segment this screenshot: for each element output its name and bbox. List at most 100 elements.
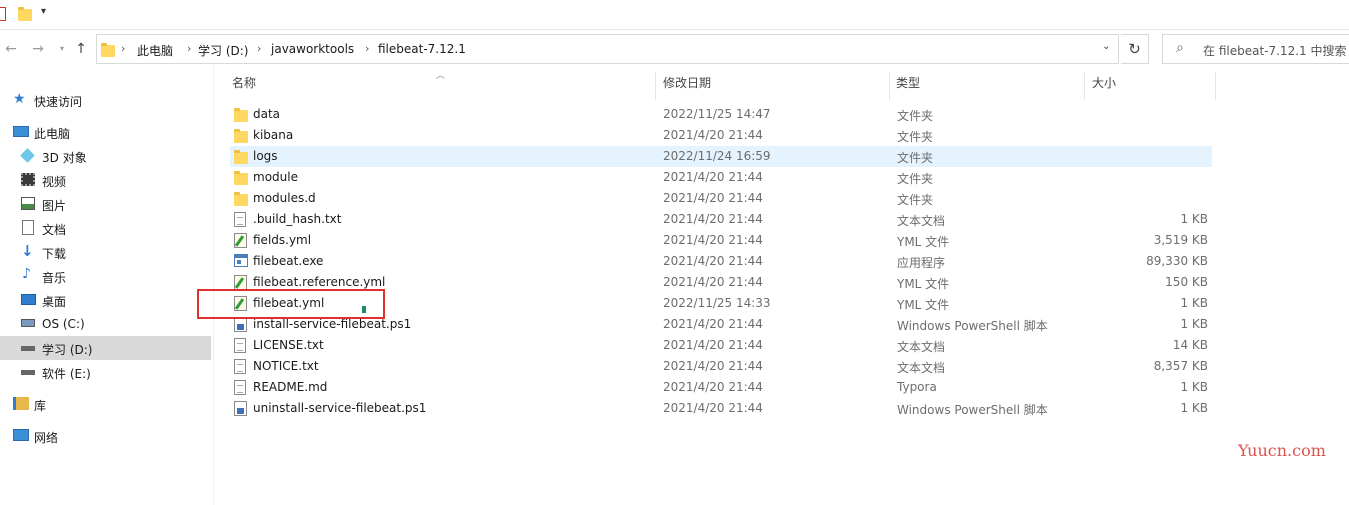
file-name: .build_hash.txt — [253, 212, 342, 226]
file-name: kibana — [253, 128, 294, 142]
column-header-type[interactable]: 类型 — [896, 74, 920, 98]
file-row[interactable]: logs 2022/11/24 16:59 文件夹 — [230, 146, 1212, 167]
file-type: YML 文件 — [897, 298, 950, 312]
chevron-right-icon[interactable]: › — [187, 42, 191, 55]
nav-item-desktop[interactable]: 桌面 — [0, 288, 211, 312]
file-date: 2021/4/20 21:44 — [663, 128, 763, 142]
highlight-annotation — [197, 289, 385, 319]
chevron-right-icon[interactable]: › — [121, 42, 125, 55]
file-date: 2021/4/20 21:44 — [663, 359, 763, 373]
nav-label: 视频 — [42, 175, 67, 189]
breadcrumb-javaworktools[interactable]: javaworktools — [271, 42, 354, 56]
address-bar[interactable]: › 此电脑 › 学习 (D:) › javaworktools › filebe… — [96, 34, 1119, 64]
file-name: fields.yml — [253, 233, 312, 247]
column-header-name[interactable]: 名称 — [232, 74, 256, 98]
nav-label: 库 — [34, 399, 47, 413]
file-date: 2022/11/24 16:59 — [663, 149, 771, 163]
new-folder-icon[interactable] — [18, 7, 32, 21]
folder-icon — [234, 149, 248, 165]
nav-label: 快速访问 — [34, 95, 83, 109]
file-row[interactable]: modules.d 2021/4/20 21:44 文件夹 — [230, 188, 1212, 209]
navigation-pane: ★ 快速访问 此电脑 3D 对象 视频 图片 文档 ↓ 下载 ♪ 音乐 桌面 O… — [0, 66, 214, 505]
sort-ascending-icon: ︿ — [436, 71, 446, 81]
nav-item-quick-access[interactable]: ★ 快速访问 — [0, 88, 211, 112]
up-button[interactable]: ↑ — [73, 40, 89, 58]
file-row[interactable]: .build_hash.txt 2021/4/20 21:44 文本文档 1 KB — [230, 209, 1212, 230]
nav-item-this-pc[interactable]: 此电脑 — [0, 120, 211, 144]
nav-item-pictures[interactable]: 图片 — [0, 192, 211, 216]
column-divider[interactable] — [655, 72, 656, 100]
nav-label: 音乐 — [42, 271, 67, 285]
file-row[interactable]: LICENSE.txt 2021/4/20 21:44 文本文档 14 KB — [230, 335, 1212, 356]
file-row[interactable]: kibana 2021/4/20 21:44 文件夹 — [230, 125, 1212, 146]
properties-icon[interactable] — [0, 7, 6, 21]
file-name: logs — [253, 149, 278, 163]
back-button[interactable]: ← — [3, 40, 19, 58]
file-date: 2021/4/20 21:44 — [663, 254, 763, 268]
file-date: 2021/4/20 21:44 — [663, 380, 763, 394]
nav-label: 网络 — [34, 431, 59, 445]
recent-locations-chevron-icon[interactable]: ▾ — [54, 40, 70, 58]
nav-item-drive-d[interactable]: 学习 (D:) — [0, 336, 211, 360]
nav-item-documents[interactable]: 文档 — [0, 216, 211, 240]
file-row[interactable]: NOTICE.txt 2021/4/20 21:44 文本文档 8,357 KB — [230, 356, 1212, 377]
nav-label: 3D 对象 — [42, 151, 87, 165]
file-row[interactable]: uninstall-service-filebeat.ps1 2021/4/20 … — [230, 398, 1212, 419]
forward-button[interactable]: → — [30, 40, 46, 58]
customize-toolbar-chevron-icon[interactable]: ▾ — [41, 6, 46, 17]
star-icon: ★ — [13, 91, 26, 107]
file-date: 2021/4/20 21:44 — [663, 317, 763, 331]
file-type: YML 文件 — [897, 235, 950, 249]
breadcrumb-filebeat[interactable]: filebeat-7.12.1 — [378, 42, 466, 56]
chevron-right-icon[interactable]: › — [365, 42, 369, 55]
file-row[interactable]: README.md 2021/4/20 21:44 Typora 1 KB — [230, 377, 1212, 398]
nav-item-libraries[interactable]: 库 — [0, 392, 211, 416]
file-row[interactable]: fields.yml 2021/4/20 21:44 YML 文件 3,519 KB — [230, 230, 1212, 251]
nav-item-3d-objects[interactable]: 3D 对象 — [0, 144, 211, 168]
folder-icon — [234, 191, 248, 207]
nav-label: OS (C:) — [42, 317, 85, 331]
file-name: install-service-filebeat.ps1 — [253, 317, 412, 331]
search-box[interactable]: ⌕ 在 filebeat-7.12.1 中搜索 — [1162, 34, 1349, 64]
file-row[interactable]: data 2022/11/25 14:47 文件夹 — [230, 104, 1212, 125]
windows-drive-icon — [21, 319, 35, 327]
chevron-right-icon[interactable]: › — [257, 42, 261, 55]
column-header-date[interactable]: 修改日期 — [663, 74, 711, 98]
file-date: 2022/11/25 14:47 — [663, 107, 771, 121]
file-size: 1 KB — [1180, 317, 1208, 331]
breadcrumb-this-pc[interactable]: 此电脑 — [137, 42, 173, 59]
file-name: filebeat.reference.yml — [253, 275, 386, 289]
nav-item-downloads[interactable]: ↓ 下载 — [0, 240, 211, 264]
address-history-chevron-icon[interactable]: ⌄ — [1102, 41, 1110, 52]
column-header-size[interactable]: 大小 — [1092, 74, 1116, 98]
file-type: 文件夹 — [897, 172, 934, 186]
refresh-button[interactable]: ↻ — [1121, 34, 1149, 64]
file-row[interactable]: module 2021/4/20 21:44 文件夹 — [230, 167, 1212, 188]
network-icon — [13, 429, 29, 441]
drive-icon — [21, 370, 35, 375]
column-divider[interactable] — [889, 72, 890, 100]
file-name: README.md — [253, 380, 328, 394]
file-type: Windows PowerShell 脚本 — [897, 319, 1048, 333]
nav-item-drive-c[interactable]: OS (C:) — [0, 312, 211, 336]
file-size: 1 KB — [1180, 401, 1208, 415]
nav-item-videos[interactable]: 视频 — [0, 168, 211, 192]
file-type: 文本文档 — [897, 361, 946, 375]
column-divider[interactable] — [1084, 72, 1085, 100]
file-row[interactable]: filebeat.exe 2021/4/20 21:44 应用程序 89,330 KB — [230, 251, 1212, 272]
video-icon — [21, 173, 35, 186]
nav-item-network[interactable]: 网络 — [0, 424, 211, 448]
library-icon — [13, 397, 29, 410]
file-date: 2021/4/20 21:44 — [663, 275, 763, 289]
quick-access-toolbar: ▾ — [0, 0, 1349, 30]
desktop-icon — [21, 294, 36, 305]
nav-item-drive-e[interactable]: 软件 (E:) — [0, 360, 211, 384]
download-icon: ↓ — [21, 242, 34, 260]
file-name: modules.d — [253, 191, 316, 205]
file-size: 150 KB — [1165, 275, 1208, 289]
breadcrumb-drive-d[interactable]: 学习 (D:) — [198, 42, 248, 59]
file-type: 文本文档 — [897, 340, 946, 354]
nav-item-music[interactable]: ♪ 音乐 — [0, 264, 211, 288]
column-divider[interactable] — [1215, 72, 1216, 100]
search-icon: ⌕ — [1176, 40, 1184, 56]
